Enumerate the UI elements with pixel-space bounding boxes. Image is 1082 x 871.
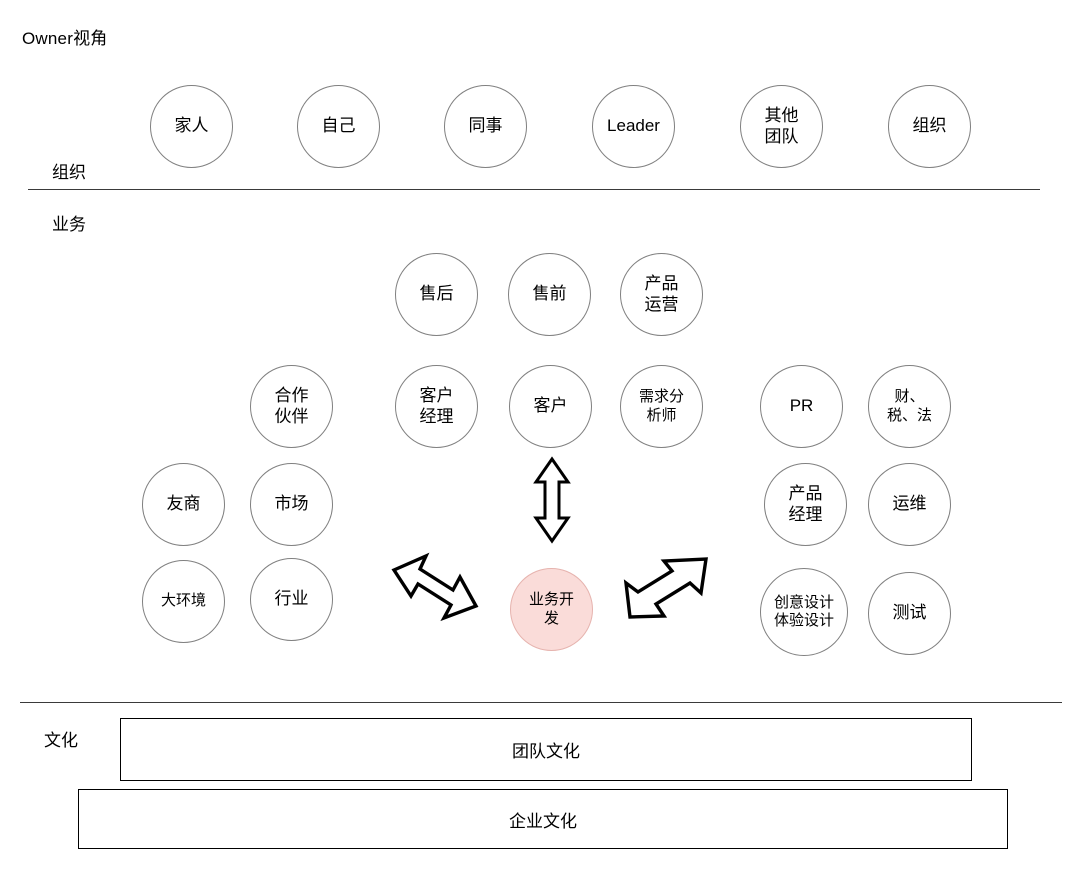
- organization-node-label: 其他 团队: [764, 105, 799, 146]
- section-label-culture: 文化: [44, 731, 78, 750]
- culture-box-label: 团队文化: [512, 742, 580, 761]
- organization-node-label: 组织: [912, 116, 947, 136]
- organization-node-label: 同事: [468, 116, 503, 136]
- business-node-label: 产品 经理: [788, 483, 823, 524]
- organization-node-label: 家人: [174, 116, 209, 136]
- business-node-label: 合作 伙伴: [274, 385, 309, 426]
- section-label-organization: 组织: [52, 163, 86, 182]
- business-node-label: 售前: [532, 284, 567, 304]
- business-node-4[interactable]: 客户 经理: [395, 365, 478, 448]
- business-node-6[interactable]: 需求分 析师: [620, 365, 703, 448]
- diagram-canvas: Owner视角 组织 业务 家人 自己 同事 Leader 其他 团队 组织 售后 售前 产品…: [0, 0, 1082, 871]
- organization-node-5[interactable]: 组织: [888, 85, 971, 168]
- page-title: Owner视角: [22, 29, 108, 48]
- business-node-9[interactable]: 友商: [142, 463, 225, 546]
- culture-box-label: 企业文化: [509, 811, 577, 831]
- business-node-0[interactable]: 售后: [395, 253, 478, 336]
- business-node-13[interactable]: 大环境: [142, 560, 225, 643]
- business-node-label: 测试: [892, 603, 927, 623]
- business-node-label: 客户 经理: [419, 385, 454, 426]
- vertical-double-arrow-icon: [530, 455, 574, 545]
- business-node-label: 财、 税、法: [886, 388, 932, 424]
- business-node-12[interactable]: 运维: [868, 463, 951, 546]
- business-node-5[interactable]: 客户: [509, 365, 592, 448]
- business-node-1[interactable]: 售前: [508, 253, 591, 336]
- organization-node-2[interactable]: 同事: [444, 85, 527, 168]
- business-node-11[interactable]: 产品 经理: [764, 463, 847, 546]
- organization-node-label: 自己: [321, 116, 356, 136]
- organization-node-1[interactable]: 自己: [297, 85, 380, 168]
- business-node-7[interactable]: PR: [760, 365, 843, 448]
- business-node-10[interactable]: 市场: [250, 463, 333, 546]
- organization-node-0[interactable]: 家人: [150, 85, 233, 168]
- business-node-16[interactable]: 测试: [868, 572, 951, 655]
- business-node-label: 运维: [892, 494, 927, 514]
- divider-business-culture: [20, 702, 1062, 703]
- business-node-2[interactable]: 产品 运营: [620, 253, 703, 336]
- business-node-label: 产品 运营: [644, 273, 679, 314]
- business-node-3[interactable]: 合作 伙伴: [250, 365, 333, 448]
- business-node-label: 售后: [419, 284, 454, 304]
- right-diagonal-double-arrow-icon: [616, 545, 710, 625]
- business-node-label: 友商: [166, 494, 201, 514]
- focus-node-business-development-0[interactable]: 业务开 发: [510, 568, 593, 651]
- culture-box-0[interactable]: 团队文化: [120, 718, 972, 781]
- business-node-label: 大环境: [160, 592, 206, 610]
- business-node-label: PR: [789, 396, 814, 416]
- business-node-label: 市场: [274, 494, 309, 514]
- business-node-8[interactable]: 财、 税、法: [868, 365, 951, 448]
- divider-organization-business: [28, 189, 1040, 190]
- organization-node-label: Leader: [607, 116, 660, 136]
- focus-node-business-development-label: 业务开 发: [528, 591, 574, 627]
- business-node-label: 创意设计 体验设计: [773, 593, 834, 629]
- organization-node-4[interactable]: 其他 团队: [740, 85, 823, 168]
- business-node-label: 需求分 析师: [638, 388, 684, 424]
- business-node-label: 行业: [274, 589, 309, 609]
- left-diagonal-double-arrow-icon: [390, 548, 486, 626]
- organization-node-3[interactable]: Leader: [592, 85, 675, 168]
- business-node-label: 客户: [533, 396, 568, 416]
- business-node-14[interactable]: 行业: [250, 558, 333, 641]
- section-label-business: 业务: [52, 215, 86, 234]
- business-node-15[interactable]: 创意设计 体验设计: [760, 568, 848, 656]
- culture-box-1[interactable]: 企业文化: [78, 789, 1008, 849]
